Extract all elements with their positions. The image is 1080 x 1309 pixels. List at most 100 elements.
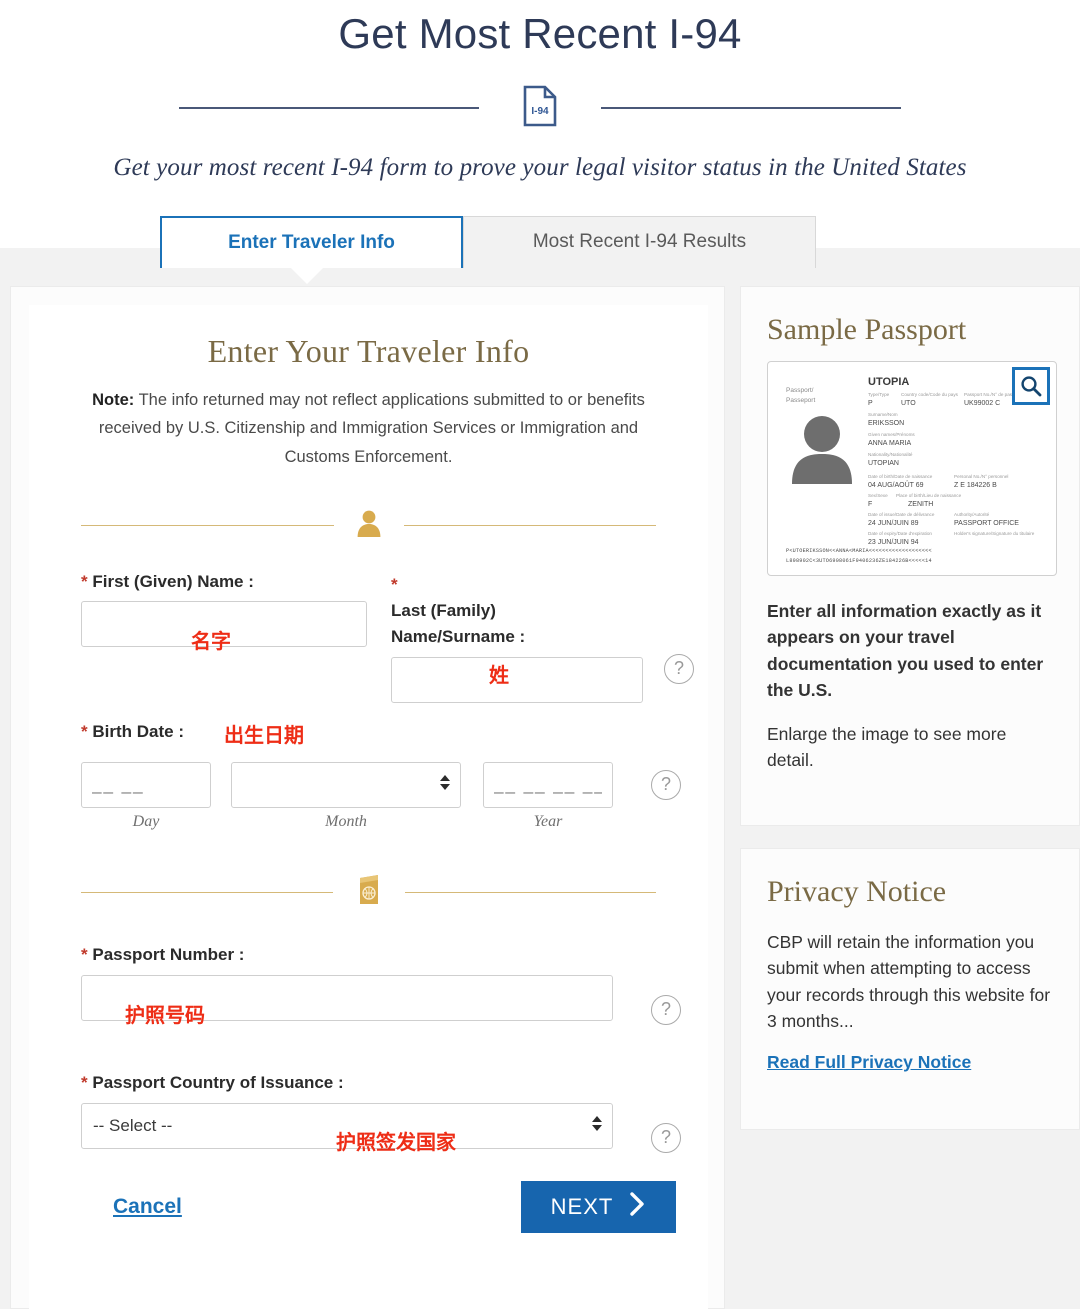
cancel-button[interactable]: Cancel (113, 1195, 182, 1219)
passport-photo-placeholder (792, 416, 852, 484)
pp-code-value: UTO (901, 400, 916, 407)
passport-country-row: * Passport Country of Issuance : -- Sele… (81, 1073, 681, 1169)
pp-signature-label: Holder's signature/Signature du titulair… (954, 531, 1035, 536)
last-name-group: * Last (Family) Name/Surname : 姓 ? (391, 572, 694, 703)
page-header: Get Most Recent I-94 I-94 Get your most … (0, 0, 1080, 182)
birth-date-label: * Birth Date : (81, 722, 184, 742)
first-name-group: * First (Given) Name : 名字 (81, 572, 367, 653)
person-icon (356, 509, 382, 542)
pp-authority-value: PASSPORT OFFICE (954, 520, 1019, 527)
form-note-body: The info returned may not reflect applic… (98, 391, 645, 466)
pp-personal-label: Personal No./N° personnel (954, 474, 1009, 479)
passport-number-input[interactable] (81, 975, 613, 1022)
first-name-label: * First (Given) Name : (81, 572, 367, 592)
pp-type-value: P (868, 400, 873, 407)
passport-number-help-icon[interactable]: ? (651, 995, 681, 1026)
day-group: Day (81, 762, 211, 831)
page-subtitle: Get your most recent I-94 form to prove … (113, 153, 967, 181)
traveler-info-inner: Enter Your Traveler Info Note: The info … (29, 305, 708, 1309)
passport-country-help-icon[interactable]: ? (651, 1123, 681, 1154)
next-button[interactable]: NEXT (521, 1181, 676, 1234)
pp-given-label: Given names/Prénoms (868, 432, 915, 437)
pp-number-value: UK99002 C (964, 400, 1001, 407)
pp-authority-label: Authority/Autorité (954, 512, 990, 517)
form-note-prefix: Note: (92, 391, 135, 409)
tab-active-pointer (290, 266, 324, 284)
svg-text:I-94: I-94 (531, 106, 549, 117)
birth-month-select[interactable] (231, 762, 461, 809)
divider-line (403, 525, 656, 527)
passport-mrz-line-2: L898902C<3UTO6908061F9406236ZE184226B<<<… (786, 558, 932, 565)
pp-pob-value: ZENITH (908, 501, 934, 508)
pp-given-value: ANNA MARIA (868, 440, 912, 447)
tab-most-recent-i94-results[interactable]: Most Recent I-94 Results (463, 215, 816, 268)
month-sublabel: Month (325, 813, 367, 831)
passport-instruction-bold: Enter all information exactly as it appe… (767, 601, 1044, 700)
passport-mrz-line-1: P<UTOERIKSSON<<ANNA<MARIA<<<<<<<<<<<<<<<… (786, 548, 932, 555)
sample-passport-title: Sample Passport (767, 313, 967, 346)
day-sublabel: Day (132, 813, 160, 831)
privacy-notice-body: CBP will retain the information you subm… (767, 932, 1051, 1031)
passport-country-label: * Passport Country of Issuance : (81, 1073, 656, 1093)
pp-surname-value: ERIKSSON (868, 420, 905, 427)
spinner-icon[interactable] (592, 1116, 602, 1132)
privacy-notice-title: Privacy Notice (767, 875, 947, 908)
first-name-input[interactable] (81, 601, 367, 648)
chevron-right-icon (629, 1191, 646, 1223)
pp-dob-value: 04 AUG/AOÛT 69 (868, 482, 924, 489)
next-button-label: NEXT (550, 1194, 614, 1220)
pp-surname-label: Surname/Nom (868, 412, 898, 417)
pp-personal-value: Z E 184226 B (954, 482, 997, 489)
personal-section-divider (81, 509, 656, 542)
passport-country-select[interactable]: -- Select -- (81, 1103, 613, 1150)
divider-line (81, 525, 334, 527)
passport-side-label: Passport/Passeport (786, 387, 816, 404)
form-note: Note: The info returned may not reflect … (81, 386, 656, 471)
pp-sex-value: F (868, 501, 873, 508)
first-name-label-text: First (Given) Name : (92, 572, 254, 592)
divider-line-left (179, 107, 479, 109)
privacy-notice-card: Privacy Notice CBP will retain the infor… (740, 848, 1080, 1130)
pp-sex-label: Sex/Sexe (868, 493, 888, 498)
name-fields-row: * First (Given) Name : 名字 * Last (Family… (81, 572, 694, 703)
divider-line (81, 892, 333, 894)
i94-document-icon: I-94 (523, 85, 557, 132)
birth-year-input[interactable] (483, 762, 613, 809)
spinner-icon[interactable] (440, 775, 450, 791)
birth-date-annotation: 出生日期 (224, 725, 304, 748)
form-actions: Cancel NEXT (81, 1181, 676, 1251)
pp-issue-value: 24 JUN/JUIN 89 (868, 520, 919, 527)
last-name-label: * Last (Family) Name/Surname : (391, 572, 606, 649)
required-asterisk: * (391, 575, 398, 595)
passport-country-name: UTOPIA (868, 376, 910, 388)
tab-enter-traveler-info[interactable]: Enter Traveler Info (160, 215, 463, 268)
form-section-title: Enter Your Traveler Info (207, 333, 530, 369)
passport-number-label: * Passport Number : (81, 945, 656, 965)
last-name-help-icon[interactable]: ? (664, 654, 694, 685)
pp-code-label: Country code/Code du pays (901, 392, 958, 397)
page-title: Get Most Recent I-94 (338, 10, 742, 57)
pp-nationality-value: UTOPIAN (868, 460, 899, 467)
year-sublabel: Year (533, 813, 563, 831)
sample-passport-image[interactable]: Passport/Passeport UTOPIA Type/Type P Co… (767, 361, 1057, 576)
birth-date-help-icon[interactable]: ? (651, 770, 681, 801)
passport-book-icon (355, 874, 383, 911)
header-divider: I-94 (0, 85, 1080, 132)
required-asterisk: * (81, 722, 88, 742)
divider-line (404, 892, 656, 894)
passport-number-row: * Passport Number : 护照号码 ? (81, 945, 681, 1041)
last-name-label-text: Last (Family) Name/Surname : (391, 600, 526, 646)
passport-number-label-text: Passport Number : (92, 945, 245, 965)
pp-pob-label: Place of birth/Lieu de naissance (896, 493, 962, 498)
last-name-input[interactable] (391, 656, 643, 703)
read-full-privacy-notice-link[interactable]: Read Full Privacy Notice (767, 1052, 971, 1072)
pp-expiry-label: Date of expiry/Date d'expiration (868, 531, 932, 536)
pp-type-label: Type/Type (868, 392, 890, 397)
passport-country-label-text: Passport Country of Issuance : (92, 1073, 344, 1093)
passport-section-divider (81, 874, 656, 911)
i94-page: Get Most Recent I-94 I-94 Get your most … (0, 0, 1080, 1309)
tab-bar: Enter Traveler Info Most Recent I-94 Resu… (0, 215, 1080, 284)
birth-day-input[interactable] (81, 762, 211, 809)
search-icon[interactable] (1012, 367, 1050, 405)
pp-issue-label: Date of issue/Date de délivrance (868, 512, 935, 517)
